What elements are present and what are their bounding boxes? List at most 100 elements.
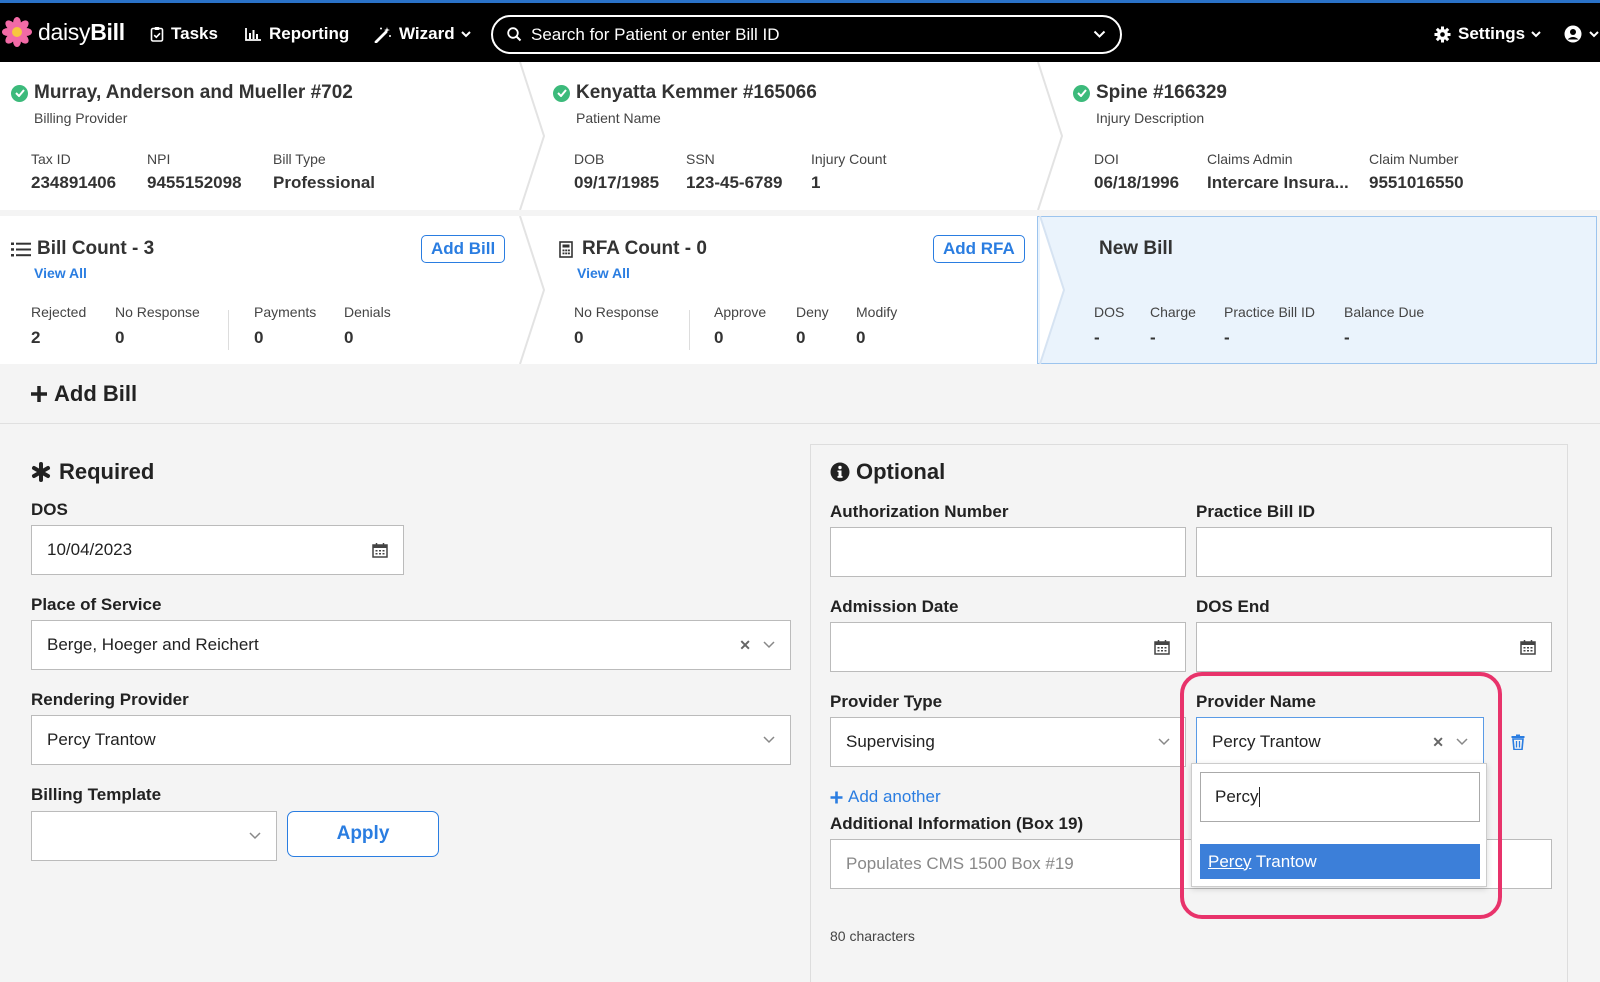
rejected-label: Rejected bbox=[31, 304, 87, 320]
optional-title-text: Optional bbox=[856, 459, 946, 484]
injury-count-label: Injury Count bbox=[811, 151, 887, 167]
billing-provider-title[interactable]: Murray, Anderson and Mueller #702 bbox=[11, 82, 353, 104]
nav-wizard[interactable]: Wizard bbox=[374, 21, 471, 47]
brand-name: daisyBill bbox=[38, 18, 125, 45]
bill-count-text: Bill Count - 3 bbox=[37, 238, 155, 259]
new-bill-practice-id-value: - bbox=[1224, 328, 1230, 347]
patient-name: Kenyatta Kemmer #165066 bbox=[576, 82, 817, 103]
claim-number-label: Claim Number bbox=[1369, 151, 1459, 167]
injury-count-value: 1 bbox=[811, 173, 821, 192]
chevron-divider bbox=[519, 62, 546, 210]
chevron-down-icon bbox=[249, 832, 261, 840]
place-of-service-select[interactable]: Berge, Hoeger and Reichert ✕ bbox=[31, 620, 791, 670]
magic-wand-icon bbox=[374, 26, 391, 43]
practice-bill-id-input[interactable] bbox=[1196, 527, 1552, 577]
npi-value: 9455152098 bbox=[147, 173, 242, 192]
approve-value: 0 bbox=[714, 328, 724, 347]
info-circle-icon bbox=[830, 462, 850, 482]
billing-template-label: Billing Template bbox=[31, 785, 162, 804]
payments-value: 0 bbox=[254, 328, 264, 347]
place-of-service-label: Place of Service bbox=[31, 595, 162, 614]
ssn-label: SSN bbox=[686, 151, 715, 167]
required-title-text: Required bbox=[59, 459, 155, 484]
provider-type-select[interactable]: Supervising bbox=[830, 717, 1186, 767]
add-bill-button[interactable]: Add Bill bbox=[421, 235, 506, 263]
annotation-highlight bbox=[1180, 672, 1502, 919]
authorization-number-input[interactable] bbox=[830, 527, 1186, 577]
bill-type-label: Bill Type bbox=[273, 151, 326, 167]
chevron-down-icon bbox=[763, 736, 775, 744]
add-another-label: Add another bbox=[848, 787, 941, 806]
gear-icon bbox=[1434, 26, 1451, 42]
chevron-down-icon bbox=[1589, 30, 1599, 37]
rendering-provider-select[interactable]: Percy Trantow bbox=[31, 715, 791, 765]
new-bill-title: New Bill bbox=[1099, 238, 1173, 259]
new-bill-practice-id-label: Practice Bill ID bbox=[1224, 304, 1316, 320]
claim-number-value: 9551016550 bbox=[1369, 173, 1464, 192]
clear-icon[interactable]: ✕ bbox=[739, 637, 751, 654]
dos-end-input[interactable] bbox=[1196, 622, 1552, 672]
chevron-down-icon bbox=[1531, 30, 1541, 37]
clipboard-check-icon bbox=[150, 27, 164, 42]
calendar-icon[interactable] bbox=[1154, 639, 1170, 655]
trash-icon[interactable] bbox=[1511, 734, 1525, 750]
dos-input[interactable]: 10/04/2023 bbox=[31, 525, 404, 575]
brand[interactable]: daisyBill bbox=[2, 17, 125, 47]
tax-id-label: Tax ID bbox=[31, 151, 71, 167]
calculator-icon bbox=[559, 240, 573, 258]
bills-view-all-link[interactable]: View All bbox=[34, 265, 87, 281]
new-bill-charge-value: - bbox=[1150, 328, 1156, 347]
deny-label: Deny bbox=[796, 304, 829, 320]
approve-label: Approve bbox=[714, 304, 767, 320]
nav-reporting[interactable]: Reporting bbox=[245, 21, 349, 47]
add-rfa-button[interactable]: Add RFA bbox=[933, 235, 1025, 263]
claims-admin-value: Intercare Insura... bbox=[1207, 173, 1349, 192]
required-section-title: Required bbox=[31, 459, 154, 485]
chevron-down-icon[interactable] bbox=[1093, 30, 1106, 39]
rfa-count-title: RFA Count - 0 bbox=[559, 238, 707, 260]
add-another-link[interactable]: Add another bbox=[830, 787, 941, 807]
injury-name: Spine #166329 bbox=[1096, 82, 1227, 103]
injury-title[interactable]: Spine #166329 bbox=[1073, 82, 1227, 104]
search-icon bbox=[507, 27, 522, 42]
asterisk-icon bbox=[32, 462, 50, 482]
provider-type-value: Supervising bbox=[846, 732, 935, 751]
list-icon bbox=[11, 242, 31, 256]
denials-label: Denials bbox=[344, 304, 391, 320]
rendering-provider-value: Percy Trantow bbox=[47, 730, 156, 749]
provider-type-label: Provider Type bbox=[830, 692, 943, 711]
check-circle-icon bbox=[553, 84, 570, 102]
rfa-no-response-value: 0 bbox=[574, 328, 584, 347]
nav-user-menu[interactable] bbox=[1564, 21, 1599, 47]
billing-template-select[interactable] bbox=[31, 811, 277, 861]
chevron-divider bbox=[519, 216, 546, 364]
patient-title[interactable]: Kenyatta Kemmer #165066 bbox=[553, 82, 817, 104]
rfa-count-text: RFA Count - 0 bbox=[582, 238, 707, 259]
apply-button[interactable]: Apply bbox=[287, 811, 439, 857]
nav-tasks[interactable]: Tasks bbox=[150, 21, 218, 47]
search-input[interactable] bbox=[531, 24, 1093, 45]
global-search[interactable] bbox=[491, 15, 1122, 54]
check-circle-icon bbox=[11, 84, 28, 102]
rendering-provider-label: Rendering Provider bbox=[31, 690, 189, 709]
nav-settings-label: Settings bbox=[1458, 24, 1526, 43]
daisy-logo-icon bbox=[2, 17, 32, 47]
chevron-down-icon bbox=[763, 641, 775, 649]
divider bbox=[689, 310, 690, 350]
calendar-icon[interactable] bbox=[372, 542, 388, 558]
nav-settings[interactable]: Settings bbox=[1434, 21, 1541, 47]
rfa-view-all-link[interactable]: View All bbox=[577, 265, 630, 281]
additional-info-label: Additional Information (Box 19) bbox=[830, 814, 1084, 833]
modify-value: 0 bbox=[856, 328, 866, 347]
bill-type-value: Professional bbox=[273, 173, 376, 192]
new-bill-charge-label: Charge bbox=[1150, 304, 1196, 320]
ssn-value: 123-45-6789 bbox=[686, 173, 783, 192]
billing-provider-name: Murray, Anderson and Mueller #702 bbox=[34, 82, 353, 103]
check-circle-icon bbox=[1073, 84, 1090, 102]
authorization-number-label: Authorization Number bbox=[830, 502, 1009, 521]
chevron-divider bbox=[1039, 216, 1066, 364]
chevron-down-icon bbox=[1158, 738, 1170, 746]
bills-no-response-value: 0 bbox=[115, 328, 125, 347]
calendar-icon[interactable] bbox=[1520, 639, 1536, 655]
admission-date-input[interactable] bbox=[830, 622, 1186, 672]
